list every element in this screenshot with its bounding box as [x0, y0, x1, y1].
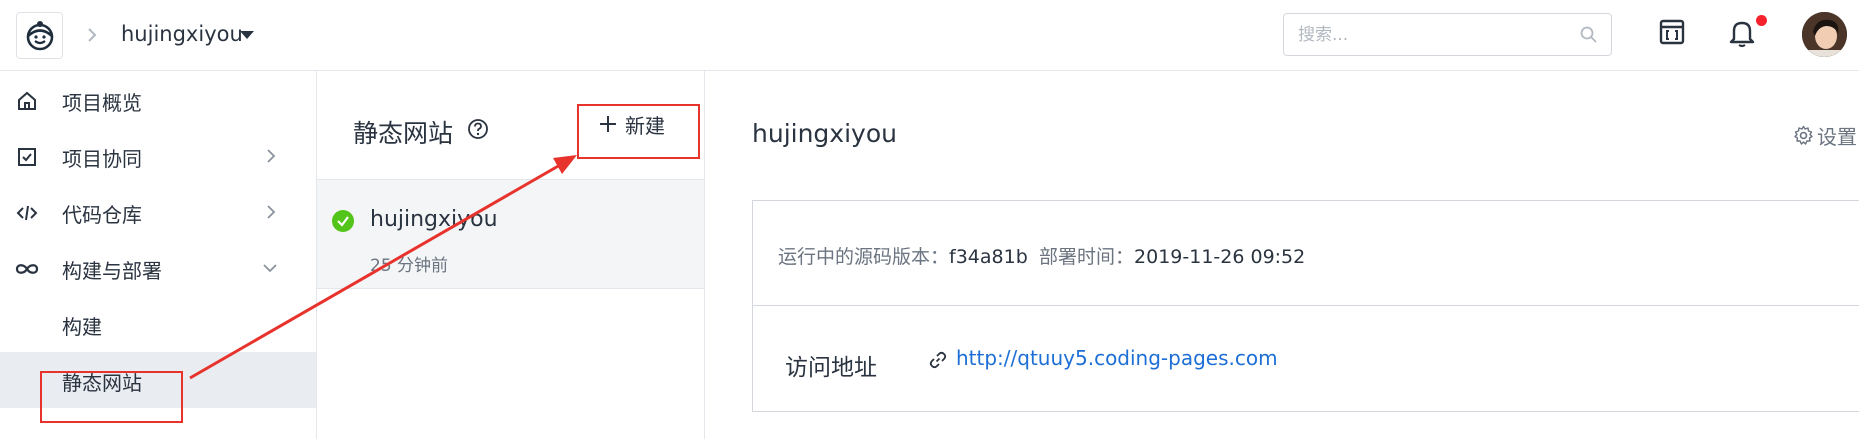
search-icon[interactable] [1580, 26, 1597, 43]
site-info-card: 运行中的源码版本：f34a81b 部署时间：2019-11-26 09:52 访… [752, 200, 1859, 412]
settings-label: 设置 [1817, 125, 1857, 149]
search-box[interactable] [1283, 13, 1612, 56]
chevron-down-icon [263, 264, 277, 273]
chevron-right-icon [267, 205, 276, 219]
source-version: 运行中的源码版本：f34a81b [778, 242, 1028, 269]
sidebar-item-label: 项目协同 [62, 147, 142, 171]
list-title: 静态网站 [353, 119, 454, 148]
success-icon [332, 210, 354, 232]
access-address-label: 访问地址 [785, 355, 877, 381]
sidebar-item-overview[interactable]: 项目概览 [0, 72, 316, 128]
detail-title: hujingxiyou [752, 119, 897, 148]
sidebar-item-build[interactable]: 构建 [0, 296, 316, 352]
logo-icon[interactable] [16, 12, 63, 59]
deploy-info-row: 运行中的源码版本：f34a81b 部署时间：2019-11-26 09:52 [753, 201, 1859, 306]
checkbox-icon [18, 148, 36, 166]
avatar[interactable] [1802, 12, 1847, 57]
sidebar-item-label: 项目概览 [62, 91, 142, 115]
help-icon[interactable] [467, 118, 489, 140]
deploy-time-label: 部署时间： [1039, 246, 1135, 268]
infinity-icon [15, 264, 39, 274]
bell-icon[interactable] [1728, 18, 1756, 48]
link-icon [929, 351, 947, 369]
deploy-time: 部署时间：2019-11-26 09:52 [1039, 242, 1305, 269]
calendar-icon[interactable] [1658, 18, 1686, 46]
site-detail-pane: hujingxiyou 设置 运行中的源码版本：f34a81b 部署时间：201… [705, 71, 1859, 439]
sidebar-item-build-deploy[interactable]: 构建与部署 [0, 240, 316, 296]
chevron-right-icon [267, 149, 276, 163]
notification-badge [1756, 15, 1767, 26]
annotation-box-static-site [40, 371, 183, 423]
home-icon [18, 91, 36, 110]
caret-down-icon[interactable] [240, 31, 254, 40]
source-version-value: f34a81b [949, 246, 1028, 268]
settings-button[interactable]: 设置 [1793, 121, 1857, 150]
sidebar-item-label: 代码仓库 [62, 203, 142, 227]
site-updated-time: 25 分钟前 [370, 256, 449, 276]
list-item[interactable]: hujingxiyou 25 分钟前 [317, 179, 704, 289]
site-name: hujingxiyou [370, 207, 498, 232]
top-bar: hujingxiyou [0, 0, 1859, 71]
code-icon [16, 205, 38, 221]
chevron-right-icon [88, 28, 97, 42]
project-name[interactable]: hujingxiyou [121, 22, 243, 46]
gear-icon [1794, 125, 1813, 145]
source-version-label: 运行中的源码版本： [778, 246, 950, 268]
sidebar-item-label: 构建与部署 [62, 259, 162, 283]
annotation-box-new [577, 104, 700, 159]
sidebar-item-collaboration[interactable]: 项目协同 [0, 128, 316, 184]
access-url-link[interactable]: http://qtuuy5.coding-pages.com [956, 346, 1278, 370]
sidebar-item-code-repo[interactable]: 代码仓库 [0, 184, 316, 240]
deploy-time-value: 2019-11-26 09:52 [1134, 246, 1306, 268]
sidebar-item-label: 构建 [62, 315, 102, 339]
search-input[interactable] [1298, 22, 1558, 48]
